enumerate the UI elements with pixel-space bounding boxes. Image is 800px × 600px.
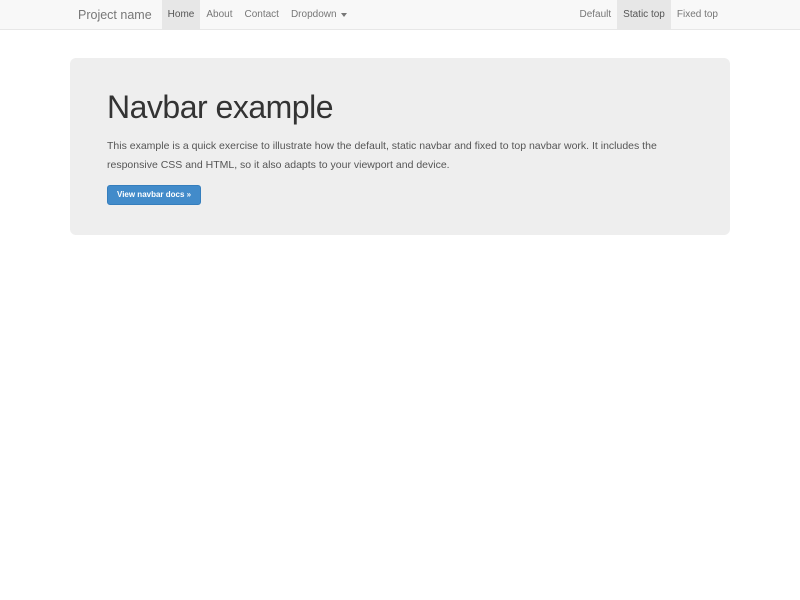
- nav-item-about[interactable]: About: [200, 0, 238, 29]
- nav-item-dropdown[interactable]: Dropdown: [285, 0, 353, 29]
- navbar-container: Project name Home About Contact Dropdown…: [70, 0, 730, 29]
- nav-item-dropdown-label: Dropdown: [291, 9, 337, 20]
- view-navbar-docs-button[interactable]: View navbar docs »: [107, 185, 201, 205]
- navbar-nav-left: Home About Contact Dropdown: [162, 0, 353, 29]
- jumbotron-description: This example is a quick exercise to illu…: [107, 137, 693, 175]
- nav-item-default[interactable]: Default: [573, 0, 617, 29]
- main-content: Navbar example This example is a quick e…: [70, 58, 730, 235]
- nav-item-contact[interactable]: Contact: [238, 0, 284, 29]
- jumbotron: Navbar example This example is a quick e…: [70, 58, 730, 235]
- navbar-nav-right: Default Static top Fixed top: [573, 0, 724, 29]
- page-title: Navbar example: [107, 90, 693, 125]
- top-navbar: Project name Home About Contact Dropdown…: [0, 0, 800, 30]
- nav-item-static-top[interactable]: Static top: [617, 0, 671, 29]
- navbar-brand[interactable]: Project name: [76, 0, 154, 29]
- nav-item-home[interactable]: Home: [162, 0, 201, 29]
- caret-down-icon: [341, 13, 347, 17]
- nav-item-fixed-top[interactable]: Fixed top: [671, 0, 724, 29]
